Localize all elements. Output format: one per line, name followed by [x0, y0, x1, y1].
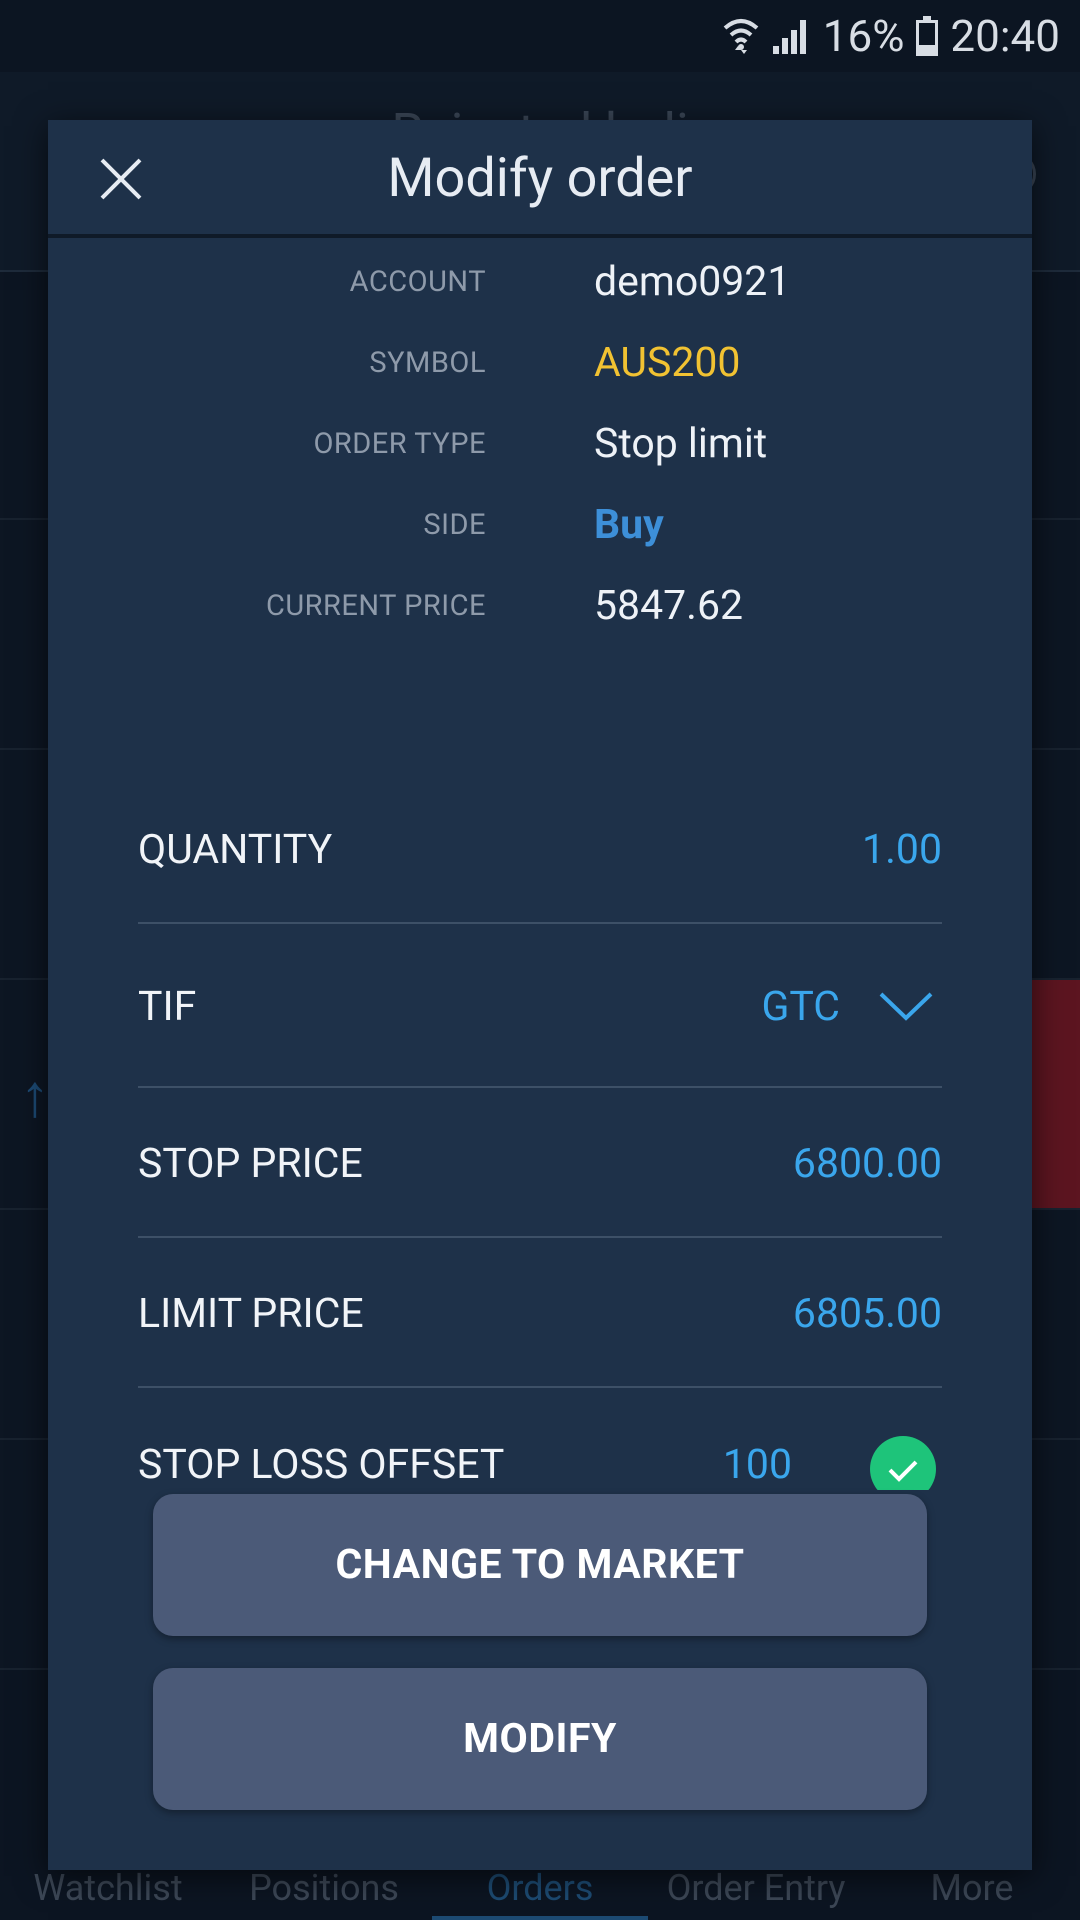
info-row-account: ACCOUNT demo0921: [48, 242, 1032, 323]
quantity-value[interactable]: 1.00: [862, 776, 942, 924]
wifi-icon: [723, 16, 759, 56]
clock: 20:40: [950, 10, 1060, 62]
limit-price-field[interactable]: LIMIT PRICE 6805.00: [138, 1240, 942, 1388]
quantity-label: QUANTITY: [138, 826, 333, 874]
info-row-side: SIDE Buy: [48, 485, 1032, 566]
account-value: demo0921: [594, 258, 791, 306]
order-type-value: Stop limit: [594, 420, 768, 468]
stop-price-label: STOP PRICE: [138, 1140, 363, 1188]
current-price-value: 5847.62: [594, 582, 744, 630]
battery-percent: 16%: [822, 10, 905, 62]
signal-icon: [771, 16, 811, 56]
change-to-market-button[interactable]: CHANGE TO MARKET: [153, 1494, 927, 1636]
modify-button[interactable]: MODIFY: [153, 1668, 927, 1810]
tif-value[interactable]: GTC: [761, 926, 840, 1088]
background-arrow-up-icon: ↑: [20, 1060, 50, 1131]
limit-price-label: LIMIT PRICE: [138, 1290, 364, 1338]
stop-loss-offset-field[interactable]: STOP LOSS OFFSET 100: [138, 1390, 942, 1490]
current-price-label: CURRENT PRICE: [265, 589, 486, 623]
symbol-value: AUS200: [594, 339, 741, 387]
side-value: Buy: [594, 501, 664, 549]
symbol-label: SYMBOL: [369, 346, 486, 380]
account-label: ACCOUNT: [349, 265, 486, 299]
stop-price-value[interactable]: 6800.00: [793, 1090, 942, 1238]
order-type-label: ORDER TYPE: [313, 427, 486, 461]
limit-price-value[interactable]: 6805.00: [793, 1240, 942, 1388]
chevron-down-icon[interactable]: [878, 982, 934, 1030]
battery-icon: [916, 16, 939, 56]
order-info: ACCOUNT demo0921 SYMBOL AUS200 ORDER TYP…: [48, 242, 1032, 647]
info-row-current-price: CURRENT PRICE 5847.62: [48, 566, 1032, 647]
order-fields-scroll[interactable]: QUANTITY 1.00 TIF GTC STOP PRICE 6800.00…: [48, 720, 1032, 1553]
info-row-order-type: ORDER TYPE Stop limit: [48, 404, 1032, 485]
tif-field[interactable]: TIF GTC: [138, 926, 942, 1088]
side-label: SIDE: [423, 508, 486, 542]
quantity-field[interactable]: QUANTITY 1.00: [138, 776, 942, 924]
dialog-title: Modify order: [387, 147, 693, 210]
dialog-header: Modify order: [48, 120, 1032, 238]
status-bar: 16% 20:40: [0, 0, 1080, 72]
modify-order-dialog: Modify order ACCOUNT demo0921 SYMBOL AUS…: [48, 120, 1032, 1870]
stop-price-field[interactable]: STOP PRICE 6800.00: [138, 1090, 942, 1238]
tif-label: TIF: [138, 983, 197, 1031]
info-row-symbol: SYMBOL AUS200: [48, 323, 1032, 404]
stop-loss-enabled-check-icon[interactable]: [870, 1436, 936, 1490]
